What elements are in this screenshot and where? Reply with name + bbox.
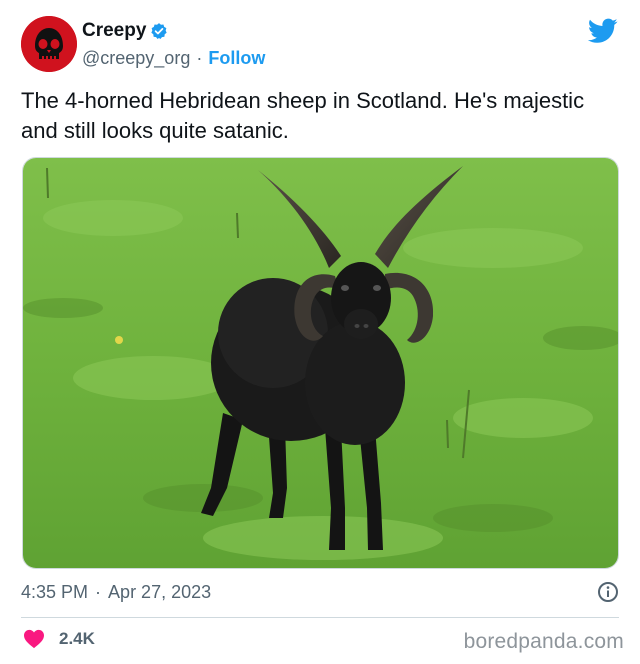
separator: · bbox=[196, 47, 203, 68]
verified-badge-icon bbox=[150, 22, 168, 40]
heart-icon bbox=[23, 629, 45, 649]
tweet-text: The 4-horned Hebridean sheep in Scotland… bbox=[21, 88, 585, 143]
author-names: Creepy @creepy_org · Follow bbox=[82, 19, 265, 71]
avatar[interactable] bbox=[21, 16, 77, 72]
likes-count: 2.4K bbox=[59, 629, 95, 648]
divider bbox=[21, 617, 619, 618]
twitter-bird-icon[interactable] bbox=[587, 18, 618, 44]
tweet-card: Creepy @creepy_org · Follow The 4-horned… bbox=[0, 0, 640, 664]
display-name-row: Creepy bbox=[82, 19, 265, 43]
tweet-time[interactable]: 4:35 PM bbox=[21, 582, 88, 603]
tweet-meta: 4:35 PM · Apr 27, 2023 bbox=[21, 578, 619, 606]
follow-button[interactable]: Follow bbox=[208, 48, 265, 69]
like-button[interactable]: 2.4K bbox=[23, 626, 95, 652]
handle-row: @creepy_org · Follow bbox=[82, 45, 265, 71]
author-handle[interactable]: @creepy_org bbox=[82, 48, 190, 69]
tweet-header: Creepy @creepy_org · Follow bbox=[21, 16, 624, 74]
sheep-photo-illustration bbox=[23, 158, 618, 568]
info-icon[interactable] bbox=[597, 581, 619, 603]
tweet-photo[interactable] bbox=[22, 157, 619, 569]
tweet-date[interactable]: Apr 27, 2023 bbox=[108, 582, 211, 603]
display-name[interactable]: Creepy bbox=[82, 20, 146, 42]
watermark: boredpanda.com bbox=[463, 630, 624, 653]
skull-icon bbox=[21, 16, 77, 72]
separator: · bbox=[95, 581, 102, 602]
